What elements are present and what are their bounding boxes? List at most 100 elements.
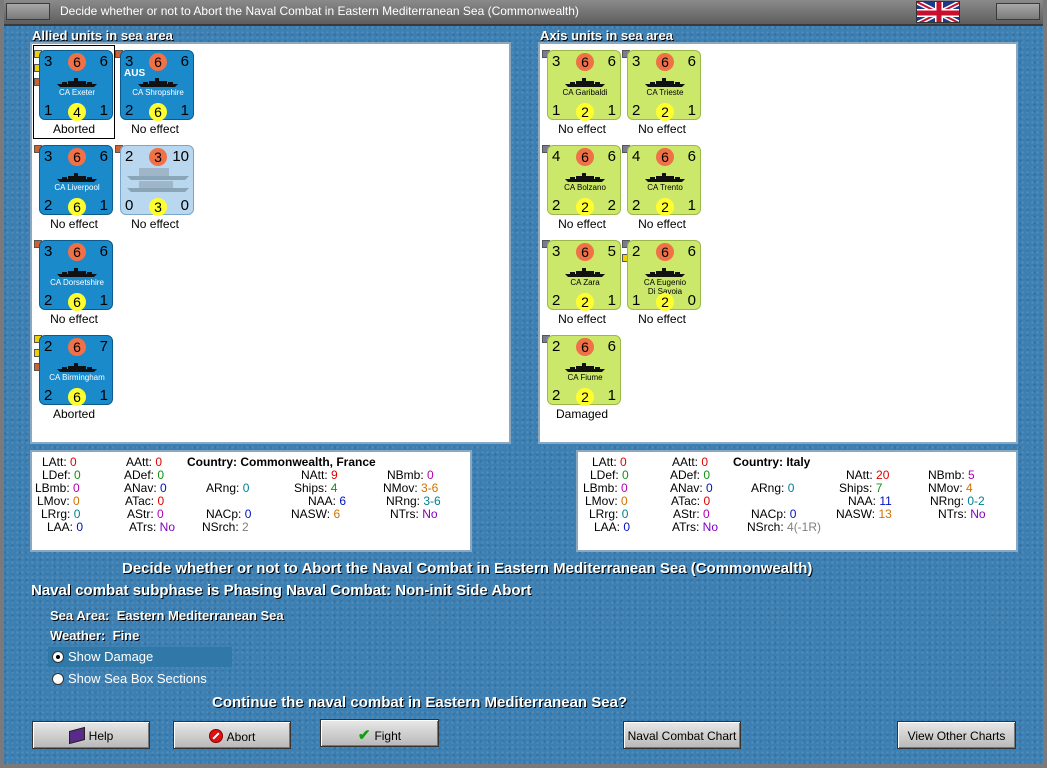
allied-unit[interactable]: 3 6 6 CA Exeter 1 4 1 Aborted [33, 45, 115, 139]
warship-silhouette-icon [57, 363, 97, 372]
view-other-charts-label: View Other Charts [907, 729, 1006, 743]
title-bar: Decide whether or not to Abort the Naval… [0, 0, 1047, 26]
unit-name: CA Birmingham [49, 373, 105, 382]
unit-name: CA Liverpool [54, 183, 100, 192]
decide-message: Decide whether or not to Abort the Naval… [122, 560, 813, 577]
unit-attack-value: 6 [576, 338, 594, 356]
unit-counter[interactable]: 3 6 6 CA Trieste 2 2 1 [627, 50, 701, 121]
window-close-button[interactable] [996, 3, 1040, 20]
unit-defense-value: 2 [576, 103, 594, 121]
show-sea-box-sections-option[interactable]: Show Sea Box Sections [48, 669, 232, 689]
axis-latt: 0 [620, 455, 627, 469]
unit-counter[interactable]: 2 3 10 0 3 0 [120, 145, 194, 216]
unit-counter[interactable]: 2 6 6 CA Eugenio Di Savoia 1 2 0 [627, 240, 701, 311]
unit-bottom-left-value: 2 [632, 102, 641, 119]
unit-top-right-value: 6 [607, 148, 616, 165]
unit-combat-status: No effect [638, 122, 686, 136]
view-other-charts-button[interactable]: View Other Charts [897, 721, 1016, 749]
unit-name: CA Trento [647, 183, 683, 192]
unit-counter[interactable]: 4 6 6 CA Bolzano 2 2 2 [547, 145, 621, 216]
unit-top-right-value: 7 [99, 338, 108, 355]
axis-unit[interactable]: 4 6 6 CA Bolzano 2 2 2 No effect [542, 141, 622, 233]
unit-counter[interactable]: 4 6 6 CA Trento 2 2 1 [627, 145, 701, 216]
show-sea-box-sections-radio[interactable] [52, 673, 64, 685]
unit-defense-value: 3 [149, 198, 167, 216]
fight-button[interactable]: ✔ Fight [320, 719, 439, 747]
unit-defense-value: 6 [68, 388, 86, 406]
unit-top-left-value: 4 [632, 148, 641, 165]
allied-adef: 0 [157, 468, 165, 482]
unit-defense-value: 2 [576, 293, 594, 311]
allied-country-label: Country: [187, 455, 237, 469]
allied-natt: 9 [331, 468, 338, 482]
axis-unit[interactable]: 4 6 6 CA Trento 2 2 1 No effect [622, 141, 702, 233]
axis-laa: 0 [623, 520, 631, 534]
unit-top-left-value: 2 [632, 243, 641, 260]
unit-name: CA Zara [570, 278, 600, 287]
unit-counter[interactable]: 3 6 6 CA Dorsetshire 2 6 1 [39, 240, 113, 311]
unit-name: CA Shropshire [132, 88, 184, 97]
unit-defense-value: 6 [68, 198, 86, 216]
unit-bottom-right-value: 1 [687, 197, 696, 214]
warship-silhouette-icon [57, 78, 97, 87]
axis-aatt: 0 [701, 455, 709, 469]
unit-attack-value: 6 [68, 148, 86, 166]
axis-country: Italy [786, 455, 811, 469]
unit-name: CA Exeter [58, 88, 95, 97]
axis-unit[interactable]: 3 6 5 CA Zara 2 2 1 No effect [542, 236, 622, 328]
axis-unit[interactable]: 2 6 6 CA Fiume 2 2 1 Damaged [542, 331, 622, 423]
unit-combat-status: No effect [558, 312, 606, 326]
weather-row: Weather: Fine [50, 628, 139, 643]
help-button[interactable]: Help [32, 721, 150, 749]
unit-top-right-value: 6 [607, 338, 616, 355]
unit-attack-value: 6 [576, 53, 594, 71]
window-menu-button[interactable] [6, 3, 50, 20]
unit-bottom-left-value: 2 [632, 197, 641, 214]
unit-counter[interactable]: 2 6 6 CA Fiume 2 2 1 [547, 335, 621, 406]
allied-unit[interactable]: 3 6 6 CA Liverpool 2 6 1 No effect [34, 141, 114, 233]
axis-unit[interactable]: 3 6 6 CA Trieste 2 2 1 No effect [622, 46, 702, 138]
unit-defense-value: 4 [68, 103, 86, 121]
weather-value: Fine [112, 628, 140, 643]
allied-heading: Allied units in sea area [32, 28, 173, 43]
unit-counter[interactable]: 3 6 6 CA Garibaldi 1 2 1 [547, 50, 621, 121]
unit-counter[interactable]: 3 6 6 CA Exeter 1 4 1 [39, 50, 113, 121]
unit-name: CA Garibaldi [562, 88, 608, 97]
show-damage-radio[interactable] [52, 651, 64, 663]
allied-unit[interactable]: 3 6 6 CA Dorsetshire 2 6 1 No effect [34, 236, 114, 328]
axis-heading: Axis units in sea area [540, 28, 673, 43]
unit-attack-value: 6 [68, 53, 86, 71]
sea-area-row: Sea Area: Eastern Mediterranean Sea [50, 608, 284, 623]
allied-unit[interactable]: 3 6 6 AUS CA Shropshire 2 6 1 No effect [115, 46, 195, 138]
weather-label: Weather: [50, 628, 106, 643]
warship-silhouette-icon [565, 173, 605, 182]
unit-defense-value: 2 [656, 293, 674, 311]
unit-counter[interactable]: 2 6 7 CA Birmingham 2 6 1 [39, 335, 113, 406]
unit-attack-value: 6 [656, 148, 674, 166]
unit-counter[interactable]: 3 6 6 CA Liverpool 2 6 1 [39, 145, 113, 216]
axis-unit[interactable]: 2 6 6 CA Eugenio Di Savoia 1 2 0 No effect [622, 236, 702, 328]
unit-counter[interactable]: 3 6 5 CA Zara 2 2 1 [547, 240, 621, 311]
warship-silhouette-icon [138, 78, 178, 87]
naval-combat-chart-button[interactable]: Naval Combat Chart [623, 721, 741, 749]
show-damage-option[interactable]: Show Damage [48, 647, 232, 667]
unit-combat-status: No effect [558, 122, 606, 136]
unit-counter[interactable]: 3 6 6 AUS CA Shropshire 2 6 1 [120, 50, 194, 121]
unit-bottom-left-value: 2 [552, 292, 561, 309]
axis-atrs: No [702, 520, 719, 534]
show-damage-label: Show Damage [68, 649, 154, 664]
allied-country: Commonwealth, France [240, 455, 376, 469]
unit-combat-status: Aborted [52, 407, 96, 421]
no-entry-icon [208, 729, 223, 743]
allied-unit[interactable]: 2 3 10 0 3 0 No effect [115, 141, 195, 233]
unit-combat-status: No effect [50, 217, 98, 231]
book-icon [68, 726, 85, 745]
axis-nbmb: 5 [968, 468, 975, 482]
unit-top-right-value: 10 [172, 148, 189, 165]
abort-button[interactable]: Abort [173, 721, 291, 749]
axis-unit[interactable]: 3 6 6 CA Garibaldi 1 2 1 No effect [542, 46, 622, 138]
unit-bottom-right-value: 0 [180, 197, 189, 214]
unit-combat-status: Damaged [555, 407, 609, 421]
allied-unit[interactable]: 2 6 7 CA Birmingham 2 6 1 Aborted [34, 331, 114, 423]
axis-units-panel: 3 6 6 CA Garibaldi 1 2 1 No effect 3 6 6 CA Trieste… [538, 42, 1018, 444]
